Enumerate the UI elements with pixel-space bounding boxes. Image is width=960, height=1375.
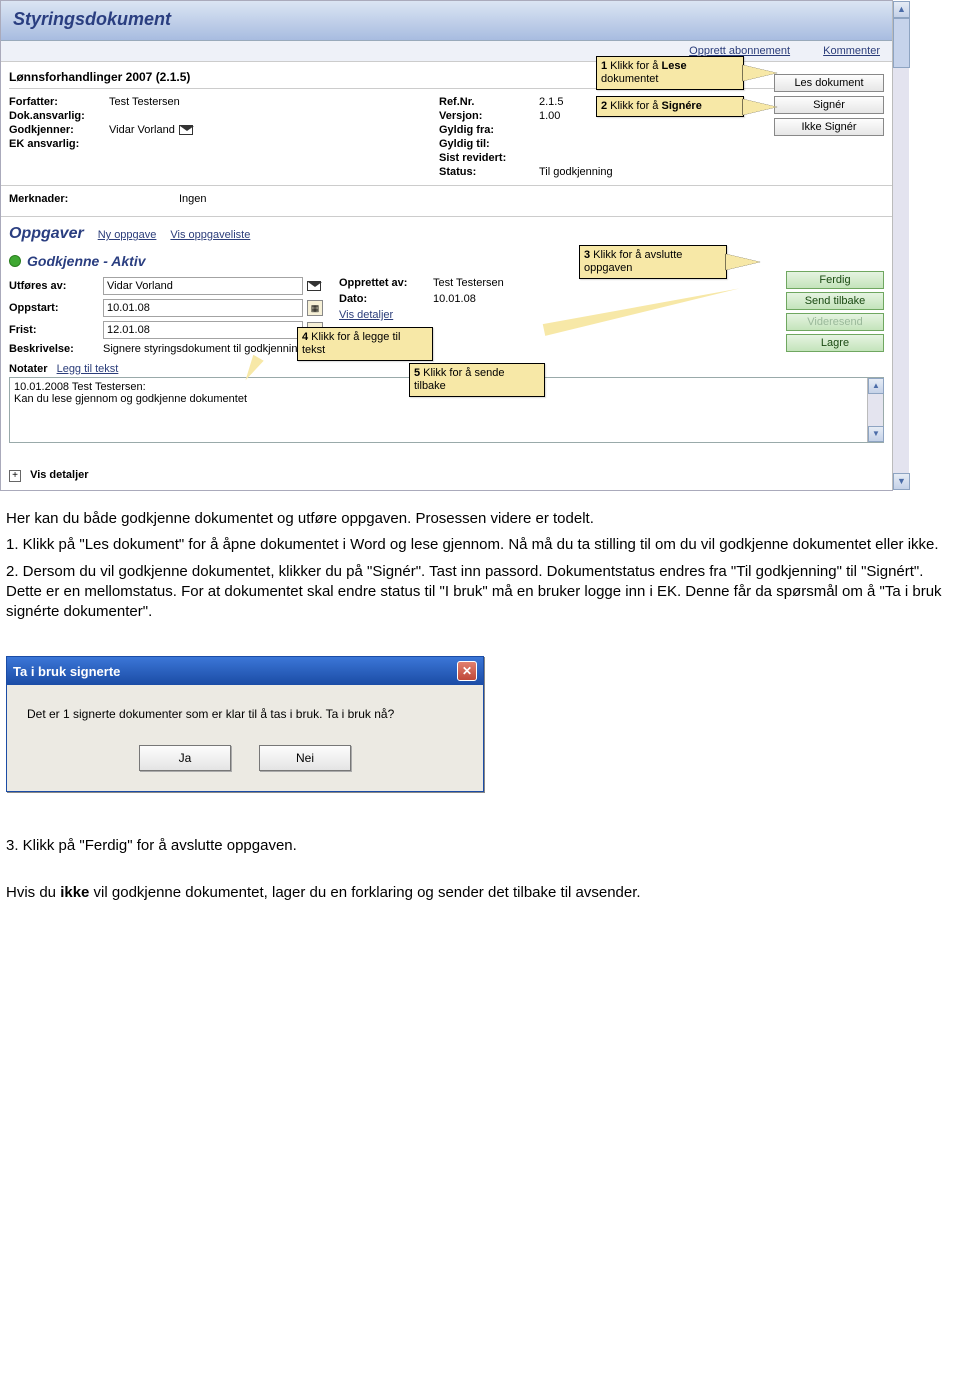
notes-label: Notater [9,363,48,375]
mail-icon[interactable] [307,281,321,291]
done-button[interactable]: Ferdig [786,271,884,289]
task-list-link[interactable]: Vis oppgaveliste [170,229,250,241]
calendar-icon[interactable]: ▦ [307,300,323,316]
task-name: Godkjenne - Aktiv [27,253,146,269]
due-label: Frist: [9,324,103,336]
created-by-value: Test Testersen [433,277,504,289]
ref-label: Ref.Nr. [439,96,539,108]
start-input[interactable] [103,299,303,317]
scroll-up-icon[interactable]: ▲ [893,1,910,18]
resp-label: Dok.ansvarlig: [9,110,109,122]
para: 2. Dersom du vil godkjenne dokumentet, k… [6,562,950,623]
callout-3: 3Klikk for å avslutte oppgaven [579,245,727,279]
scroll-up-icon[interactable]: ▲ [868,378,884,394]
document-title: Lønnsforhandlinger 2007 (2.1.5) [9,70,190,84]
ver-label: Versjon: [439,110,539,122]
to-value [539,138,639,150]
tasks-title: Oppgaver [9,225,84,243]
dialog-title: Ta i bruk signerte [13,664,120,679]
close-icon[interactable]: ✕ [457,661,477,681]
body-text: Her kan du både godkjenne dokumentet og … [0,491,960,622]
vertical-scrollbar[interactable]: ▲ ▼ [892,1,909,490]
app-window: ▲ ▼ Styringsdokument Opprett abonnement … [0,0,893,491]
dialog-window: Ta i bruk signerte ✕ Det er 1 signerte d… [6,656,484,792]
status-label: Status: [439,166,539,178]
app-title: Styringsdokument [13,9,880,30]
document-meta: Lønnsforhandlinger 2007 (2.1.5) Forfatte… [1,62,892,186]
note-scrollbar[interactable]: ▲ ▼ [867,378,883,442]
from-label: Gyldig fra: [439,124,539,136]
details-link[interactable]: Vis detaljer [339,309,393,321]
remarks-label: Merknader: [9,193,109,205]
from-value [539,124,639,136]
remarks-value: Ingen [179,193,884,205]
remarks-row: Merknader: Ingen [1,186,892,217]
callout-5: 5Klikk for å sende tilbake [409,363,545,397]
dialog-titlebar: Ta i bruk signerte ✕ [7,657,483,685]
by-label: Utføres av: [9,280,103,292]
comment-link[interactable]: Kommenter [823,45,880,57]
save-button[interactable]: Lagre [786,334,884,352]
callout-2: 2Klikk for å Signére [596,96,744,117]
author-value: Test Testersen [109,96,419,108]
not-sign-button[interactable]: Ikke Signér [774,118,884,136]
ek-value [109,138,419,150]
new-task-link[interactable]: Ny oppgave [98,229,157,241]
date-label: Dato: [339,293,433,305]
status-value: Til godkjenning [539,166,639,178]
created-by-label: Opprettet av: [339,277,433,289]
ek-label: EK ansvarlig: [9,138,109,150]
start-label: Oppstart: [9,302,103,314]
by-input[interactable] [103,277,303,295]
date-value: 10.01.08 [433,293,476,305]
yes-button[interactable]: Ja [139,745,231,771]
callout-1: 1Klikk for å Lesedokumentet [596,56,744,90]
sign-button[interactable]: Signér [774,96,884,114]
send-back-button[interactable]: Send tilbake [786,292,884,310]
para: 3. Klikk på "Ferdig" for å avslutte oppg… [6,836,950,856]
forward-button[interactable]: Videresend [786,313,884,331]
link-bar: Opprett abonnement Kommenter [1,41,892,62]
scroll-down-icon[interactable]: ▼ [893,473,910,490]
no-button[interactable]: Nei [259,745,351,771]
app-header: Styringsdokument [1,1,892,41]
para: Her kan du både godkjenne dokumentet og … [6,509,950,529]
approver-label: Godkjenner: [9,124,109,136]
expand-icon[interactable]: + [9,470,21,482]
due-input[interactable] [103,321,303,339]
callout-4: 4Klikk for å legge til tekst [297,327,433,361]
tasks-area: Oppgaver Ny oppgave Vis oppgaveliste God… [1,217,892,451]
read-document-button[interactable]: Les dokument [774,74,884,92]
rev-label: Sist revidert: [439,152,539,164]
author-label: Forfatter: [9,96,109,108]
mail-icon[interactable] [179,125,193,135]
desc-value: Signere styringsdokument til godkjenning [103,343,304,355]
scroll-thumb[interactable] [893,18,910,68]
dialog-message: Det er 1 signerte dokumenter som er klar… [27,707,463,721]
dialog-screenshot: Ta i bruk signerte ✕ Det er 1 signerte d… [6,656,960,792]
para: Hvis du ikke vil godkjenne dokumentet, l… [6,883,950,903]
approver-value: Vidar Vorland [109,124,419,136]
resp-value [109,110,419,122]
para: 1. Klikk på "Les dokument" for å åpne do… [6,535,950,555]
status-dot-icon [9,255,21,267]
add-note-link[interactable]: Legg til tekst [57,363,119,375]
to-label: Gyldig til: [439,138,539,150]
desc-label: Beskrivelse: [9,343,103,355]
expand-row: + Vis detaljer [1,451,892,490]
scroll-down-icon[interactable]: ▼ [868,426,884,442]
rev-value [539,152,639,164]
expand-label[interactable]: Vis detaljer [30,469,89,481]
